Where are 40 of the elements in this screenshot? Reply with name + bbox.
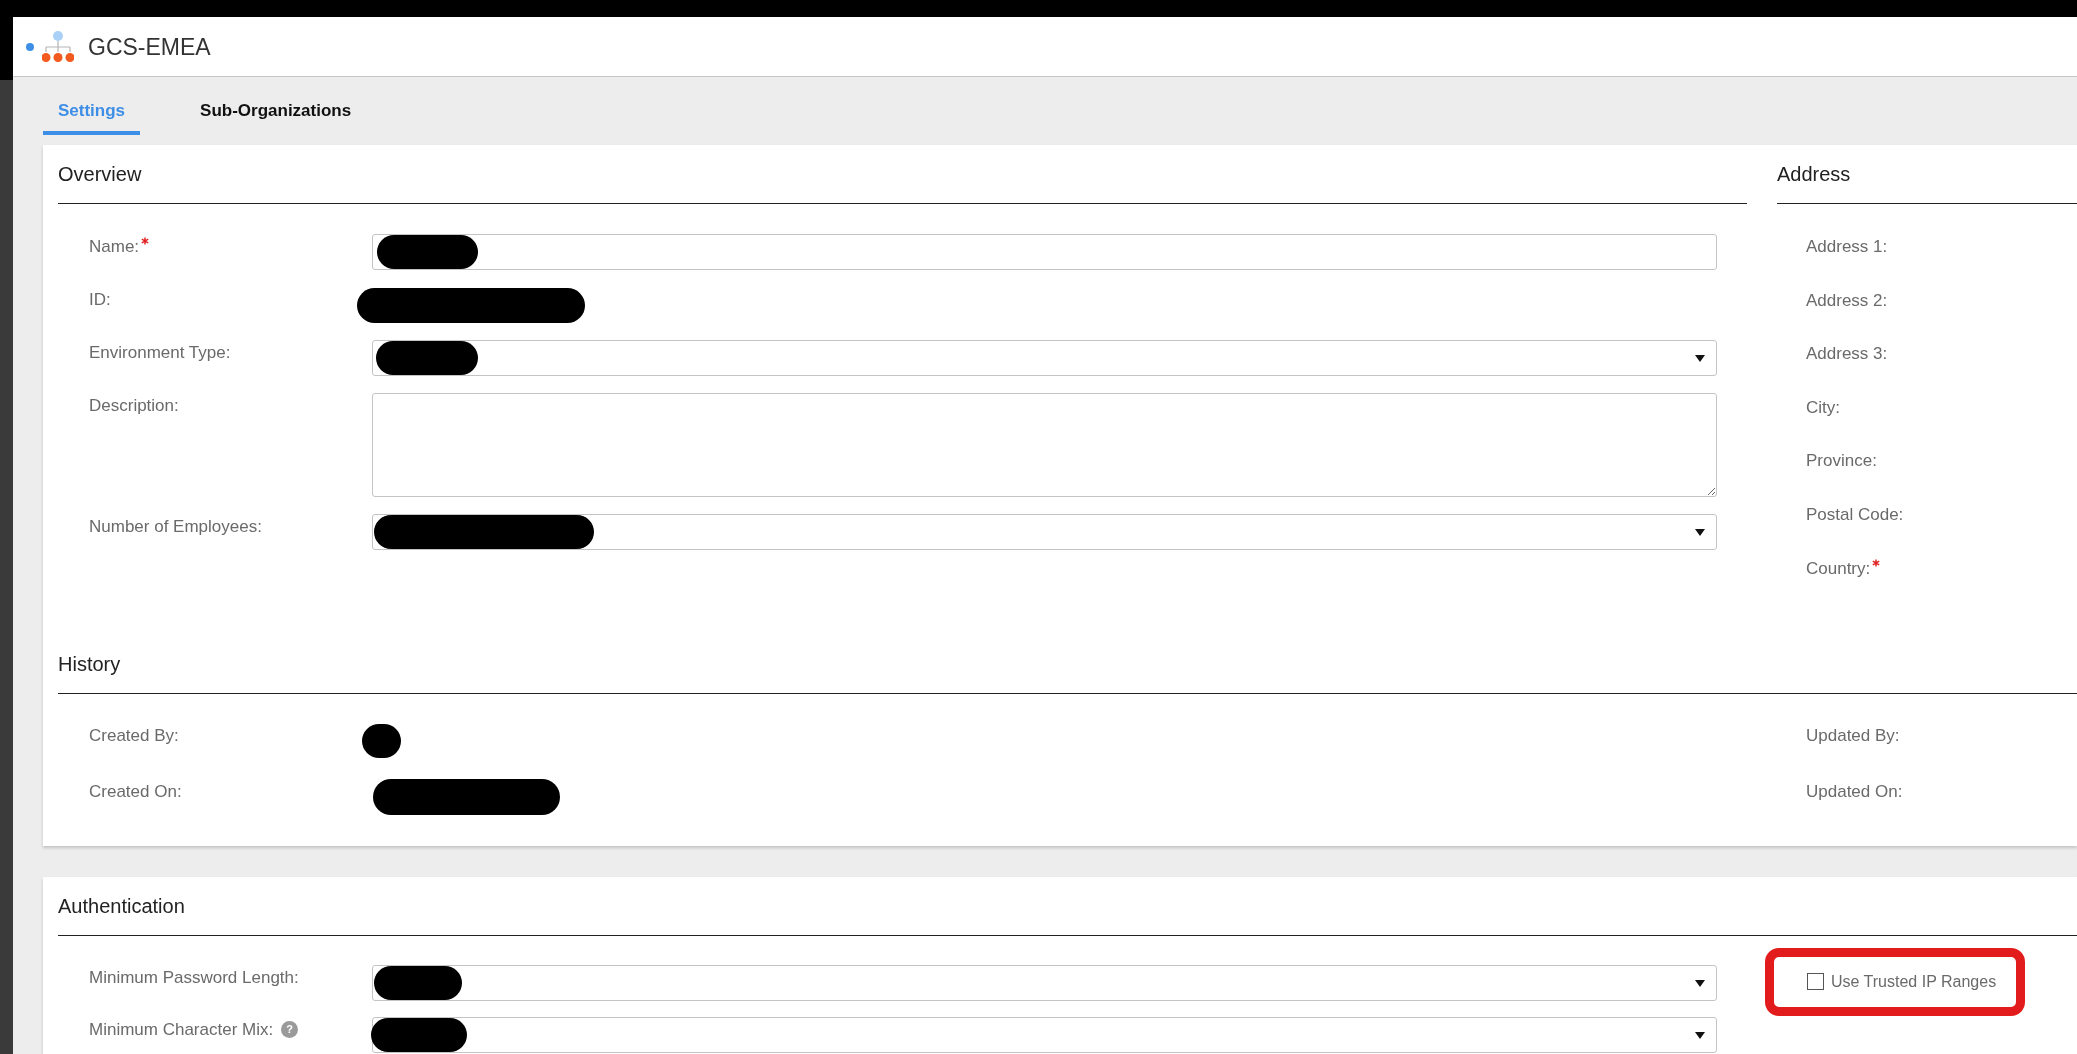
section-heading: Authentication	[58, 893, 185, 918]
section-heading: History	[58, 651, 121, 676]
field-label: Minimum Character Mix:	[89, 1018, 274, 1041]
field-label: Created By:	[89, 724, 179, 747]
field-label: Number of Employees:	[89, 516, 262, 538]
caret-icon	[1695, 979, 1705, 987]
dropdown-field[interactable]	[372, 514, 1717, 550]
field-label: Address 3:	[1806, 343, 1888, 366]
field-label: Updated On:	[1806, 780, 1903, 803]
field-label: Province:	[1806, 450, 1877, 473]
field-label: Updated By:	[1806, 724, 1900, 747]
field-label: Name:	[89, 236, 140, 258]
field-label: Environment Type:	[89, 342, 231, 364]
section-heading: Address	[1777, 162, 1851, 186]
dropdown-field[interactable]	[372, 964, 1717, 1001]
field-label: Address 1:	[1806, 236, 1888, 258]
dropdown-field[interactable]	[372, 340, 1717, 376]
caret-icon	[1695, 355, 1705, 362]
checkbox[interactable]	[1807, 973, 1824, 991]
caret-icon	[1695, 529, 1705, 536]
section-heading: Overview	[58, 162, 142, 186]
field-label: Created On:	[89, 780, 182, 803]
field-label: Description:	[89, 395, 179, 417]
caret-icon	[1695, 1031, 1705, 1039]
field-label: City:	[1806, 396, 1840, 419]
tab[interactable]: Sub-Organizations	[185, 77, 367, 135]
text-area-field[interactable]	[372, 393, 1717, 497]
field-label: ID:	[89, 289, 111, 311]
field-label: Address 2:	[1806, 289, 1888, 312]
help-icon[interactable]: ?	[281, 1020, 299, 1038]
page-title: GCS-EMEA	[88, 32, 211, 62]
field-label: Postal Code:	[1806, 503, 1904, 526]
hierarchy-icon	[42, 30, 74, 63]
dropdown-field[interactable]	[372, 1016, 1717, 1053]
text-input-field[interactable]	[372, 234, 1717, 270]
checkbox-label[interactable]: Use Trusted IP Ranges	[1831, 970, 1997, 993]
field-label: Country:	[1806, 557, 1871, 580]
field-label: Minimum Password Length:	[89, 966, 299, 989]
tab[interactable]: Settings	[43, 77, 141, 135]
dot-icon	[26, 42, 34, 51]
